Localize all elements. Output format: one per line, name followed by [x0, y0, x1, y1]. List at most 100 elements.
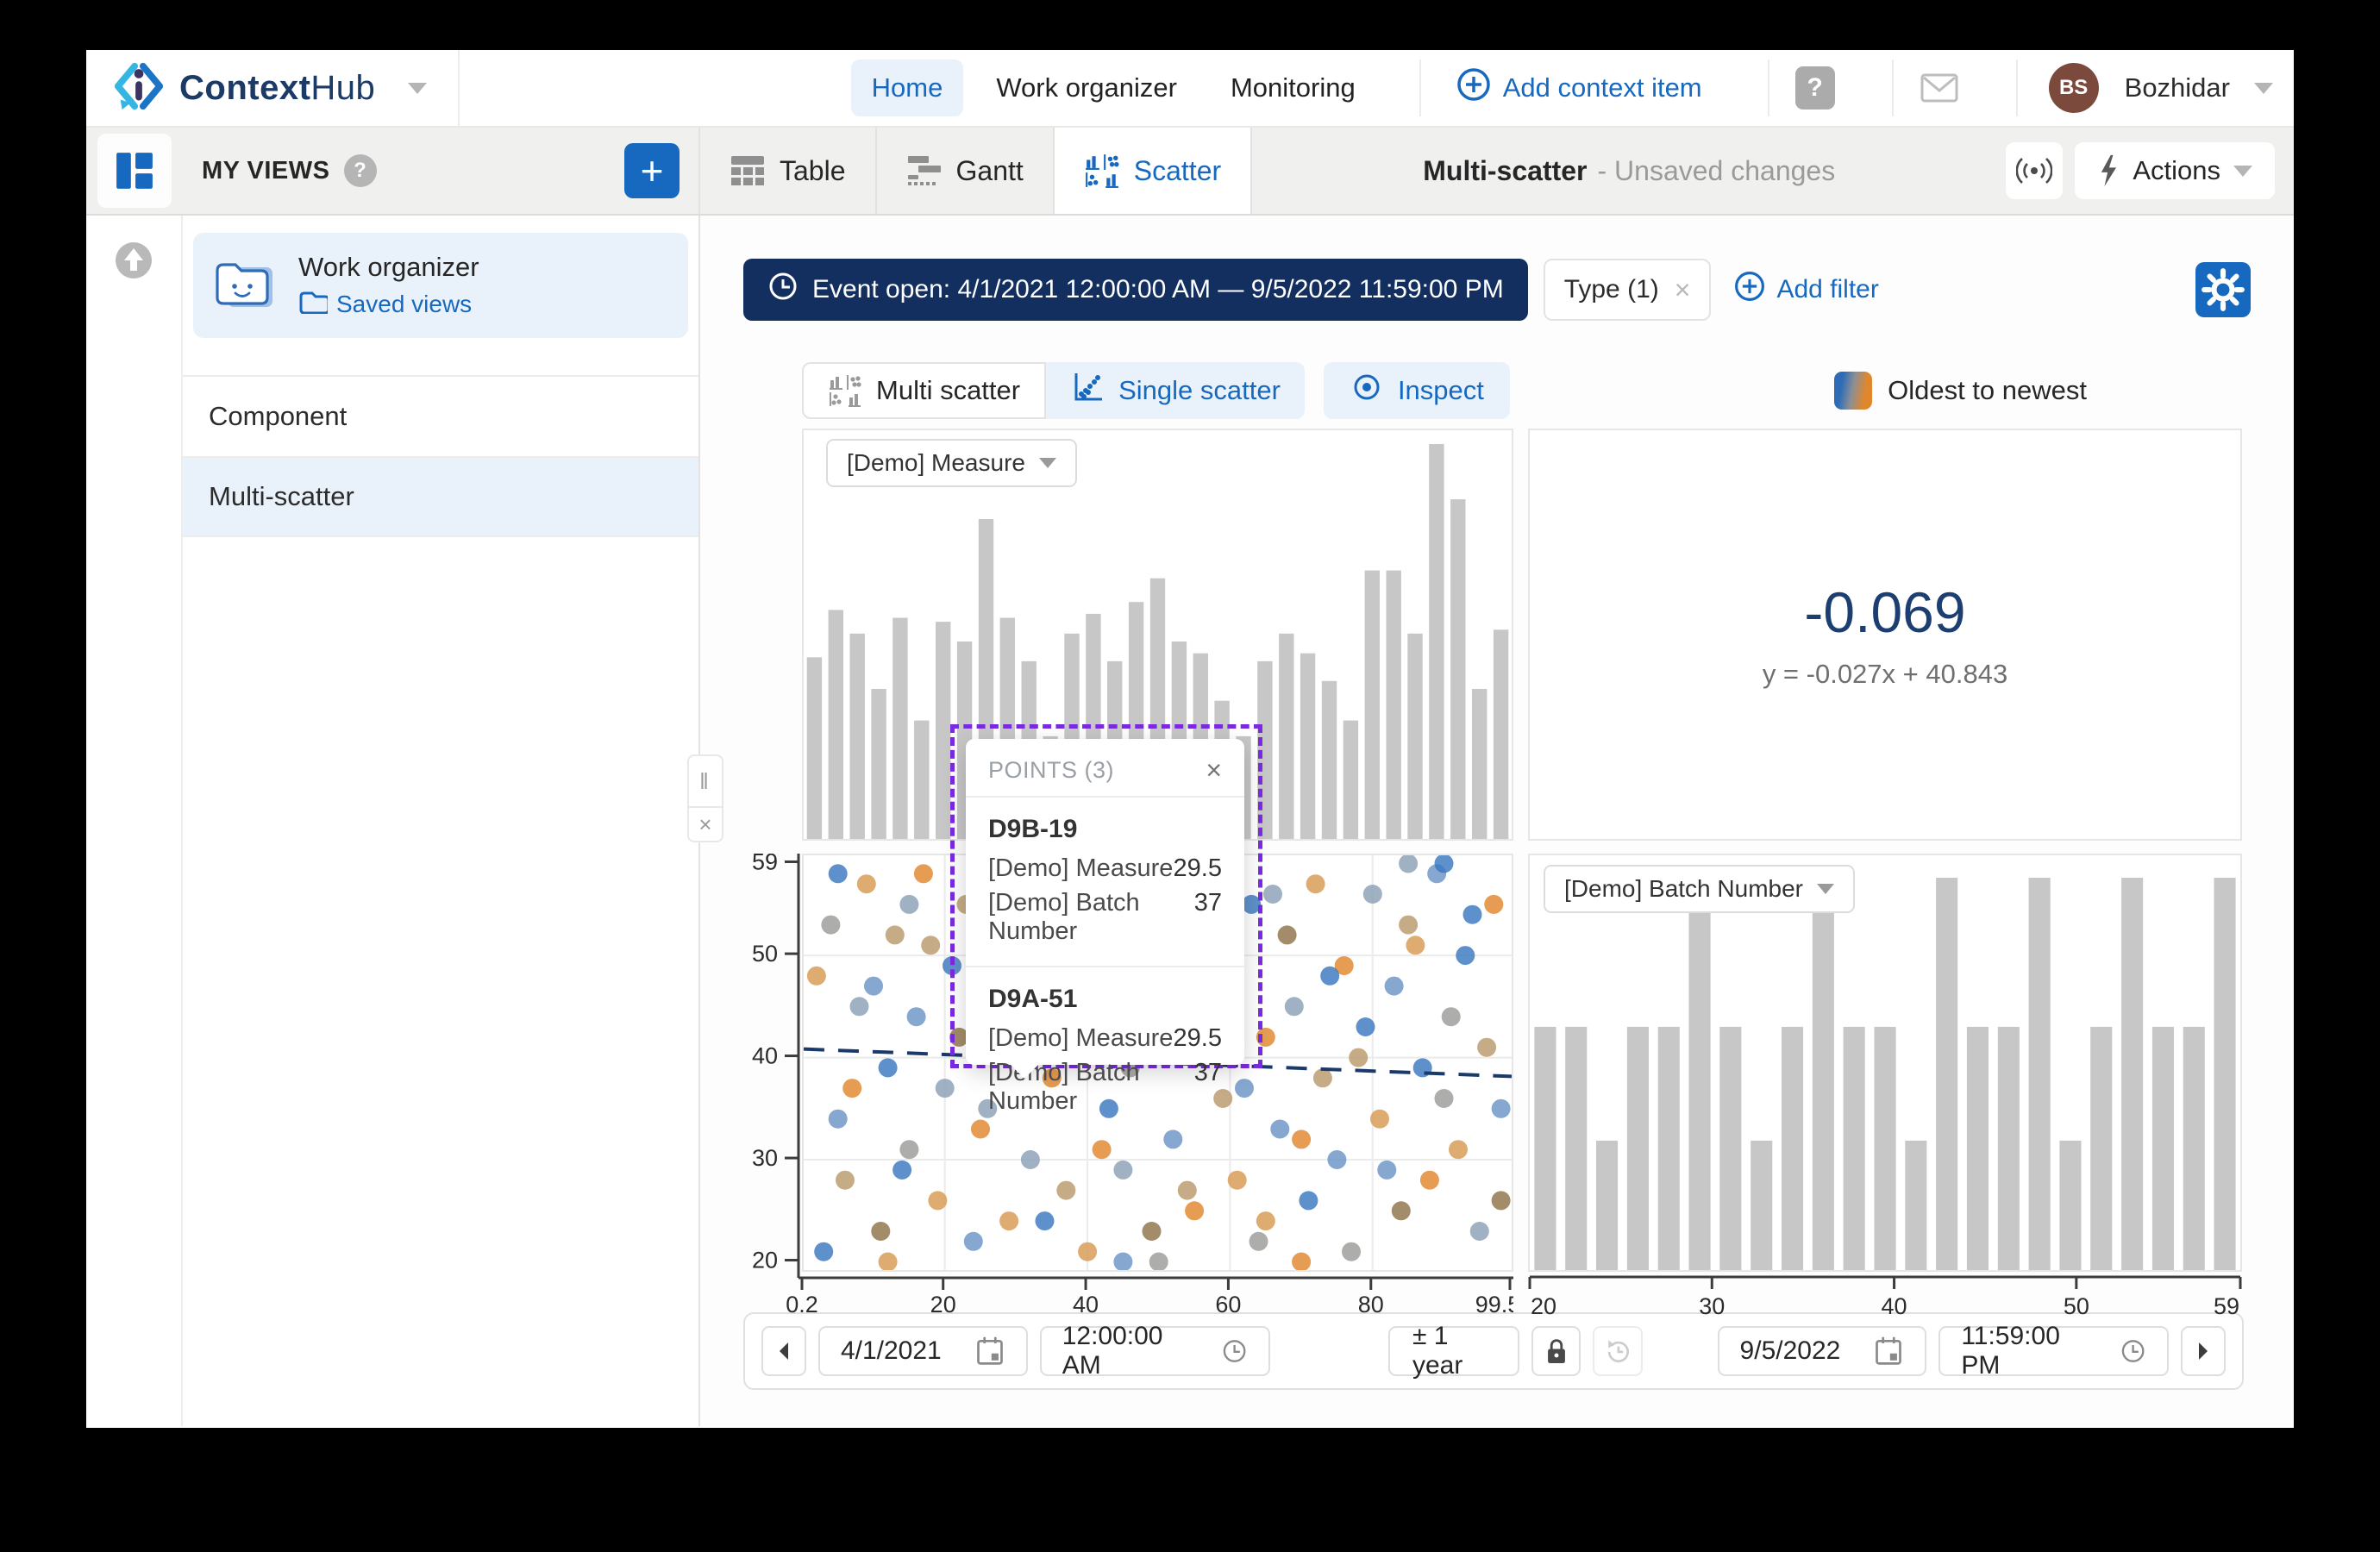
add-context-label: Add context item [1503, 72, 1702, 103]
end-time-field[interactable]: 11:59:00 PM [1938, 1326, 2169, 1376]
broadcast-icon [2016, 155, 2052, 186]
scatter-point [1021, 1150, 1040, 1169]
nav-work-organizer[interactable]: Work organizer [975, 59, 1198, 116]
scatter-point [1270, 1120, 1289, 1139]
tab-table[interactable]: Table [700, 128, 877, 214]
scatter-point [1263, 885, 1282, 904]
chart-settings-button[interactable] [2195, 262, 2251, 317]
saved-views-link[interactable]: Saved views [298, 290, 479, 320]
end-time-value: 11:59:00 PM [1961, 1322, 2087, 1380]
end-date-field[interactable]: 9/5/2022 [1718, 1326, 1927, 1376]
rail-header [86, 128, 183, 214]
my-views-help-icon[interactable]: ? [344, 154, 377, 187]
app-window: ContextHub Home Work organizer Monitorin… [86, 50, 2294, 1428]
actions-button[interactable]: Actions [2075, 142, 2275, 199]
scatter-point [857, 874, 876, 893]
point-metric-row: [Demo] Batch Number 37 [988, 889, 1222, 946]
scatter-point [892, 1161, 911, 1180]
histogram-bar [807, 657, 822, 839]
scatter-point [1292, 1253, 1311, 1271]
nav-home[interactable]: Home [851, 59, 964, 116]
tab-gantt[interactable]: Gantt [877, 128, 1055, 214]
histogram-bar [2121, 878, 2143, 1270]
add-context-item-button[interactable]: Add context item [1433, 66, 1725, 110]
table-icon [730, 154, 766, 187]
brand-logo[interactable]: ContextHub [112, 59, 427, 117]
single-scatter-toggle[interactable]: Single scatter [1046, 362, 1305, 419]
scatter-point [1149, 1253, 1168, 1271]
messages-icon[interactable] [1920, 72, 1959, 104]
upload-views-icon[interactable] [111, 238, 156, 1426]
clock-icon [767, 271, 799, 309]
sidebar-header: MY VIEWS ? + [183, 128, 700, 214]
scatter-point [1036, 1211, 1055, 1230]
multi-scatter-toggle[interactable]: Multi scatter [802, 362, 1046, 419]
event-filter-label: Event open: 4/1/2021 12:00:00 AM — 9/5/2… [812, 275, 1504, 304]
shift-range-forward-button[interactable] [2181, 1326, 2226, 1376]
x-axis-tick-label: 40 [1073, 1292, 1099, 1315]
filter-row: Event open: 4/1/2021 12:00:00 AM — 9/5/2… [743, 259, 2251, 321]
x-axis-tick-label: 60 [1215, 1292, 1241, 1315]
histogram-bar [1998, 1027, 2020, 1270]
views-rail-button[interactable] [97, 134, 172, 208]
actions-label: Actions [2133, 155, 2220, 186]
brand-caret-icon[interactable] [408, 83, 427, 94]
nav-monitoring[interactable]: Monitoring [1210, 59, 1376, 116]
scatter-point [1470, 1222, 1489, 1241]
sidebar-resize-grip[interactable]: ‖ [687, 754, 723, 808]
view-item-multi-scatter[interactable]: Multi-scatter [183, 456, 698, 537]
tab-scatter[interactable]: Scatter [1055, 128, 1252, 214]
help-icon[interactable]: ? [1795, 66, 1835, 110]
history-icon [1602, 1336, 1633, 1367]
range-size-button[interactable]: ± 1 year [1388, 1326, 1519, 1376]
sidebar-collapse-button[interactable]: × [687, 808, 723, 842]
tooltip-close-icon[interactable]: × [1206, 756, 1222, 784]
date-range-bar: 4/1/2021 12:00:00 AM ± 1 year 9/5/20 [743, 1312, 2244, 1390]
add-view-button[interactable]: + [624, 143, 680, 198]
histogram-bar [1813, 878, 1834, 1270]
histogram-bar [1494, 629, 1508, 839]
remove-type-filter-icon[interactable]: × [1675, 274, 1691, 306]
scatter-point [1185, 1201, 1204, 1220]
type-filter-pill[interactable]: Type (1) × [1544, 259, 1712, 321]
inspect-icon [1350, 370, 1384, 411]
event-open-filter-pill[interactable]: Event open: 4/1/2021 12:00:00 AM — 9/5/2… [743, 259, 1528, 321]
user-name[interactable]: Bozhidar [2125, 72, 2230, 103]
chevron-right-icon [2196, 1341, 2210, 1361]
multi-scatter-icon [828, 373, 862, 408]
user-avatar[interactable]: BS [2049, 63, 2099, 113]
batch-field-dropdown[interactable]: [Demo] Batch Number [1544, 865, 1855, 913]
tab-label: Scatter [1134, 155, 1221, 187]
lock-range-button[interactable] [1531, 1326, 1581, 1376]
content-area: Work organizer Saved views Component Mul… [86, 216, 2294, 1426]
topbar-divider [1768, 59, 1769, 116]
histogram-bar [936, 622, 950, 839]
user-menu-caret-icon[interactable] [2254, 83, 2273, 94]
shift-range-back-button[interactable] [761, 1326, 806, 1376]
work-organizer-card[interactable]: Work organizer Saved views [193, 233, 688, 338]
histogram-bar [1407, 634, 1422, 839]
scatter-point [1456, 946, 1475, 965]
broadcast-button[interactable] [2006, 142, 2063, 199]
reset-range-button[interactable] [1593, 1326, 1642, 1376]
topbar-divider [1892, 59, 1894, 116]
scatter-point [1228, 1171, 1247, 1190]
measure-field-dropdown[interactable]: [Demo] Measure [826, 439, 1077, 487]
view-item-component[interactable]: Component [183, 375, 698, 456]
scatter-point [886, 925, 905, 944]
y-axis-tick-label: 30 [752, 1145, 778, 1171]
batch-dropdown-label: [Demo] Batch Number [1564, 875, 1803, 903]
x-axis-tick-label: 99.5 [1475, 1292, 1513, 1315]
scatter-point [921, 936, 940, 954]
start-time-field[interactable]: 12:00:00 AM [1040, 1326, 1270, 1376]
scatter-point [1449, 1140, 1468, 1159]
histogram-bar [1365, 571, 1380, 839]
metric-label: [Demo] Measure [988, 1024, 1173, 1053]
age-legend: Oldest to newest [1834, 372, 2087, 410]
inspect-button[interactable]: Inspect [1324, 362, 1510, 419]
start-date-field[interactable]: 4/1/2021 [818, 1326, 1028, 1376]
multi-scatter-icon [1084, 153, 1120, 189]
chevron-down-icon [1039, 458, 1056, 468]
end-date-value: 9/5/2022 [1740, 1336, 1841, 1366]
add-filter-button[interactable]: Add filter [1733, 270, 1878, 310]
